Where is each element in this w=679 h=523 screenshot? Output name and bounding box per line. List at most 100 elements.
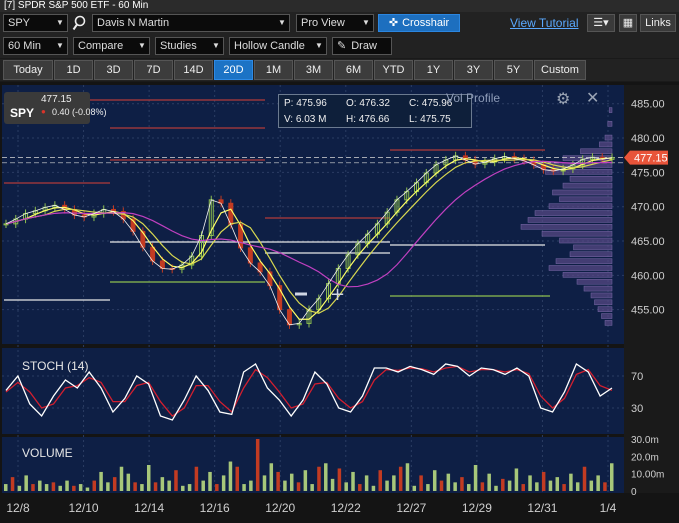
volume-tick-label: 30.0m xyxy=(631,435,659,446)
crosshair-button[interactable]: ✜ Crosshair xyxy=(378,14,460,32)
volume-profile-bar xyxy=(604,134,613,141)
volume-bar xyxy=(153,482,158,491)
range-tab-5y[interactable]: 5Y xyxy=(494,60,533,80)
volume-bar xyxy=(460,477,464,491)
volume-profile-bar xyxy=(548,265,613,271)
volume-bar xyxy=(187,484,192,491)
range-tab-20d[interactable]: 20D xyxy=(214,60,253,80)
volume-bar xyxy=(589,480,594,491)
volume-bar xyxy=(181,485,185,491)
volume-bar xyxy=(330,478,335,491)
volume-bar xyxy=(4,484,8,491)
time-tick-label: 12/27 xyxy=(396,501,426,515)
volume-bar xyxy=(603,482,607,491)
volume-bar xyxy=(167,480,171,491)
interval-select[interactable]: 60 Min ▼ xyxy=(3,37,68,55)
gear-icon[interactable]: ⚙ xyxy=(556,89,570,109)
volume-bar xyxy=(487,473,491,491)
stoch-title: STOCH (14) xyxy=(22,359,88,373)
search-icon[interactable] xyxy=(72,14,90,32)
volume-bar xyxy=(324,463,328,491)
volume-profile-bar xyxy=(601,313,613,319)
volume-bar xyxy=(92,480,97,491)
volume-profile-bar xyxy=(559,196,613,203)
draw-button[interactable]: ✎ Draw xyxy=(332,37,392,55)
volume-bar xyxy=(78,484,83,491)
last-price-label: 477.15 xyxy=(634,153,668,165)
volume-bar xyxy=(283,480,287,491)
volume-bar xyxy=(310,484,314,491)
range-tab-7d[interactable]: 7D xyxy=(134,60,173,80)
volume-bar xyxy=(392,475,396,491)
volume-bar xyxy=(535,482,539,491)
range-tab-14d[interactable]: 14D xyxy=(174,60,213,80)
price-chart[interactable]: 485.00 480.00 475.00 470.00 465.00 460.00 455.… xyxy=(0,82,679,523)
ohlc-price: P: 475.96 xyxy=(284,98,327,109)
view-tutorial-link[interactable]: View Tutorial xyxy=(510,16,578,30)
volume-bar xyxy=(344,482,348,491)
volume-bar xyxy=(119,466,124,491)
quote-change: 0.40 (-0.08%) xyxy=(52,107,107,117)
time-tick-label: 12/8 xyxy=(6,501,30,515)
volume-profile-bar xyxy=(569,251,613,258)
range-tab-ytd[interactable]: YTD xyxy=(374,60,413,80)
volume-profile-bar xyxy=(604,320,613,326)
time-tick-label: 12/10 xyxy=(69,501,99,515)
price-tick-label: 465.00 xyxy=(631,236,665,248)
range-tab-3y[interactable]: 3Y xyxy=(454,60,493,80)
range-tab-3d[interactable]: 3D xyxy=(94,60,133,80)
volume-bar xyxy=(269,463,274,491)
volume-bar xyxy=(358,484,362,491)
volume-profile-bar xyxy=(552,189,613,196)
volume-bar xyxy=(38,480,42,491)
volume-bar xyxy=(249,480,253,491)
close-icon[interactable]: ✕ xyxy=(586,88,599,108)
range-tab-1d[interactable]: 1D xyxy=(54,60,93,80)
price-tick-label: 475.00 xyxy=(631,167,665,179)
account-select[interactable]: Davis N Martin ▼ xyxy=(92,14,290,32)
chevron-down-icon: ▼ xyxy=(278,18,286,27)
volume-profile-bar xyxy=(527,217,613,223)
volume-bar xyxy=(453,482,457,491)
symbol-input[interactable]: SPY ▼ xyxy=(3,14,68,32)
volume-bar xyxy=(72,485,76,491)
volume-tick-label: 0 xyxy=(631,487,637,498)
stoch-tick-label: 70 xyxy=(631,371,643,383)
ohlc-volume: V: 6.03 M xyxy=(284,114,327,125)
quote-price: 477.15 xyxy=(41,94,72,105)
links-button[interactable]: Links xyxy=(640,14,676,32)
volume-bar xyxy=(521,484,525,491)
volume-bar xyxy=(596,475,600,491)
menu-button[interactable]: ☰▾ xyxy=(587,14,615,32)
range-tab-6m[interactable]: 6M xyxy=(334,60,373,80)
volume-bar xyxy=(140,484,144,491)
volume-bar xyxy=(303,470,308,491)
volume-profile-bar xyxy=(576,278,613,285)
volume-profile-bar xyxy=(548,203,613,209)
volume-tick-label: 10.00m xyxy=(631,470,664,481)
volume-bar xyxy=(85,487,90,491)
chart-type-select[interactable]: Hollow Candle ▼ xyxy=(229,37,327,55)
grid-layout-button[interactable]: ▦ xyxy=(619,14,637,32)
ohlc-high: H: 476.66 xyxy=(346,114,390,125)
time-tick-label: 1/4 xyxy=(600,501,617,515)
volume-bar xyxy=(480,482,485,491)
compare-select[interactable]: Compare ▼ xyxy=(73,37,150,55)
volume-profile-bar xyxy=(534,210,613,216)
volume-bar xyxy=(446,473,451,491)
volume-bar xyxy=(351,471,355,491)
volume-bar xyxy=(146,465,151,491)
range-tab-1m[interactable]: 1M xyxy=(254,60,293,80)
range-tab-1y[interactable]: 1Y xyxy=(414,60,453,80)
volume-bar xyxy=(126,473,131,491)
view-select[interactable]: Pro View ▼ xyxy=(296,14,374,32)
volume-bar xyxy=(569,473,573,491)
volume-profile-bar xyxy=(607,121,613,127)
range-tab-today[interactable]: Today xyxy=(3,60,53,80)
volume-bar xyxy=(262,475,267,491)
range-tab-3m[interactable]: 3M xyxy=(294,60,333,80)
range-tab-custom[interactable]: Custom xyxy=(534,60,586,80)
price-tick-label: 455.00 xyxy=(631,305,665,317)
volume-bar xyxy=(439,480,444,491)
studies-select[interactable]: Studies ▼ xyxy=(155,37,224,55)
